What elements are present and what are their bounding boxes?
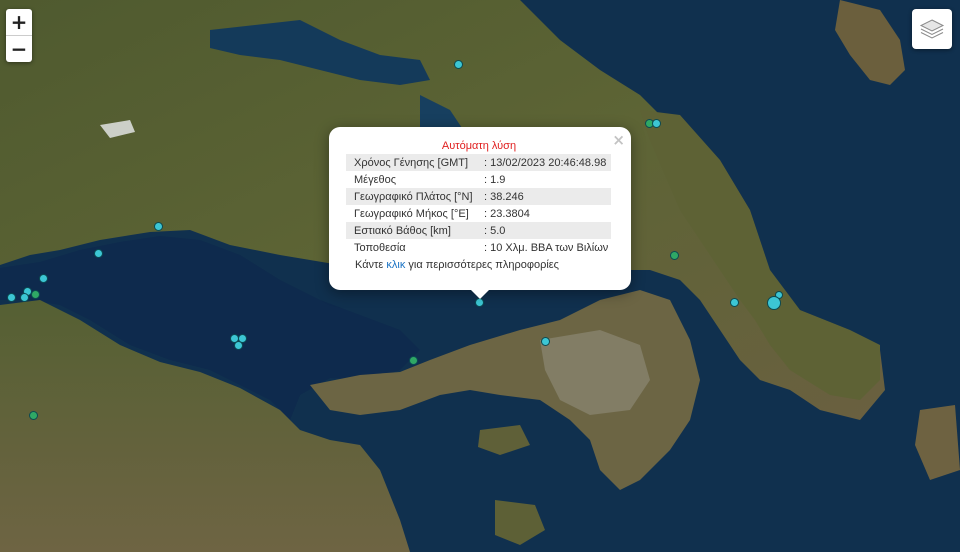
earthquake-marker[interactable] (767, 296, 781, 310)
detail-key: Γεωγραφικό Πλάτος [°N] (346, 188, 476, 205)
popup-more-info: Κάντε κλικ για περισσότερες πληροφορίες (346, 256, 612, 271)
popup-details-table: Χρόνος Γένησης [GMT] : 13/02/2023 20:46:… (346, 154, 611, 256)
table-row: Τοποθεσία : 10 Χλμ. ΒΒΑ των Βιλίων (346, 239, 611, 256)
earthquake-marker[interactable] (154, 222, 163, 231)
table-row: Εστιακό Βάθος [km] : 5.0 (346, 222, 611, 239)
popup-tip (470, 289, 490, 299)
detail-value: : 23.3804 (484, 207, 530, 220)
table-row: Χρόνος Γένησης [GMT] : 13/02/2023 20:46:… (346, 154, 611, 171)
earthquake-marker[interactable] (31, 290, 40, 299)
more-info-link[interactable]: κλικ (386, 259, 405, 271)
detail-value: : 1.9 (484, 173, 506, 186)
earthquake-marker[interactable] (730, 298, 739, 307)
zoom-in-button[interactable]: + (6, 9, 32, 35)
table-row: Γεωγραφικό Μήκος [°E] : 23.3804 (346, 205, 611, 222)
satellite-map[interactable]: + − × Αυτόματη λύση Χρόνος Γένησης [GMT]… (0, 0, 960, 552)
earthquake-marker[interactable] (94, 249, 103, 258)
earthquake-marker[interactable] (670, 251, 679, 260)
detail-key: Μέγεθος (354, 173, 397, 186)
popup-close-button[interactable]: × (612, 131, 625, 149)
earthquake-marker[interactable] (652, 119, 661, 128)
earthquake-marker[interactable] (454, 60, 463, 69)
popup-title: Αυτόματη λύση (441, 140, 517, 152)
layers-icon (919, 19, 945, 39)
earthquake-marker[interactable] (20, 293, 29, 302)
detail-key: Τοποθεσία (354, 241, 406, 254)
detail-value: : 13/02/2023 20:46:48.98 (476, 154, 611, 171)
earthquake-marker[interactable] (475, 298, 484, 307)
more-info-suffix: για περισσότερες πληροφορίες (405, 259, 559, 271)
detail-key: Χρόνος Γένησης [GMT] (346, 154, 476, 171)
earthquake-marker[interactable] (409, 356, 418, 365)
detail-value: : 5.0 (476, 222, 611, 239)
layers-button[interactable] (912, 9, 952, 49)
earthquake-marker[interactable] (39, 274, 48, 283)
detail-key: Γεωγραφικό Μήκος [°E] (354, 207, 469, 220)
detail-key: Εστιακό Βάθος [km] (346, 222, 476, 239)
detail-value: : 38.246 (476, 188, 611, 205)
earthquake-popup: × Αυτόματη λύση Χρόνος Γένησης [GMT] : 1… (329, 127, 631, 290)
earthquake-marker[interactable] (7, 293, 16, 302)
zoom-control: + − (6, 9, 32, 62)
table-row: Γεωγραφικό Πλάτος [°N] : 38.246 (346, 188, 611, 205)
earthquake-marker[interactable] (29, 411, 38, 420)
more-info-prefix: Κάντε (355, 259, 387, 271)
earthquake-marker[interactable] (234, 341, 243, 350)
zoom-out-button[interactable]: − (6, 35, 32, 62)
detail-value: : 10 Χλμ. ΒΒΑ των Βιλίων (484, 241, 609, 254)
table-row: Μέγεθος : 1.9 (346, 171, 611, 188)
earthquake-marker[interactable] (541, 337, 550, 346)
